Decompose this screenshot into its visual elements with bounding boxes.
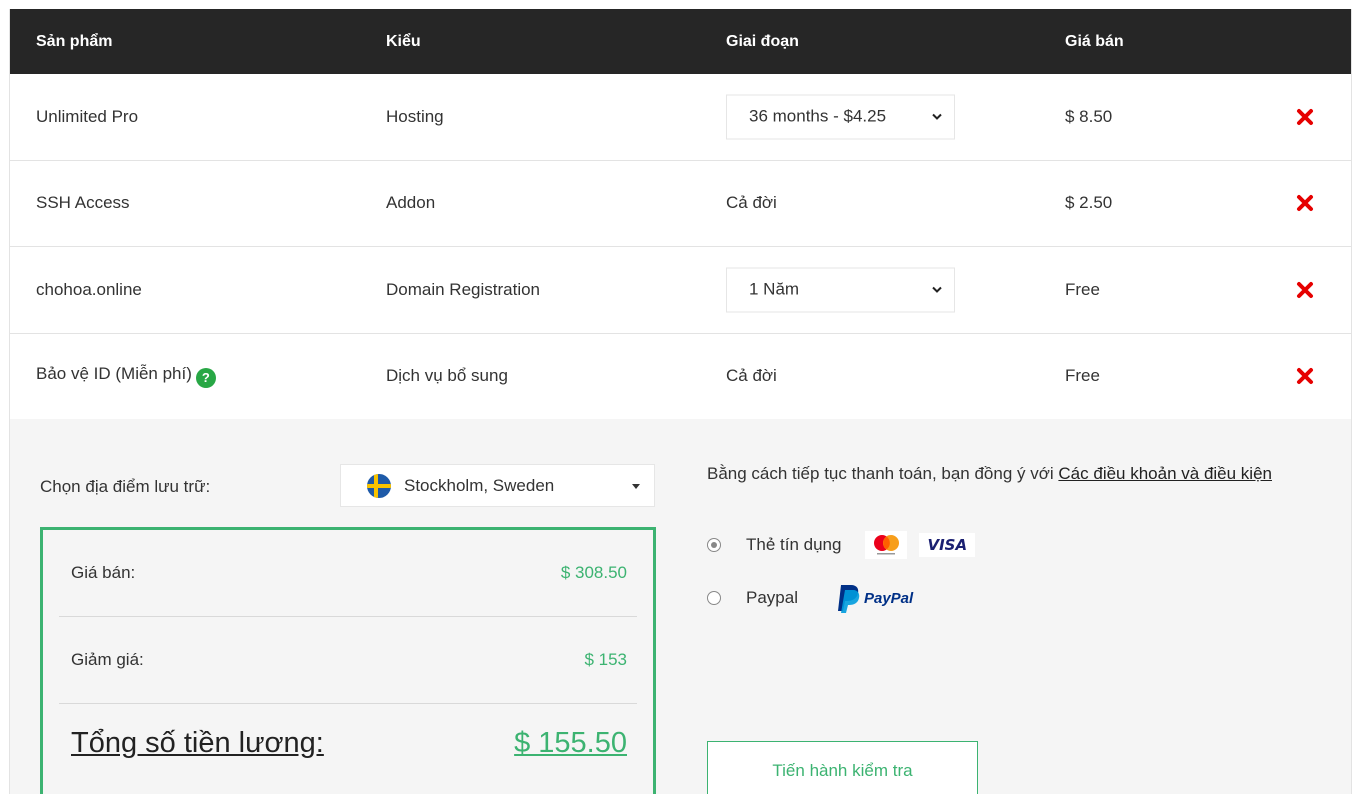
chevron-down-icon (932, 287, 942, 294)
sweden-flag-icon (367, 473, 391, 498)
product-type: Dịch vụ bổ sung (386, 366, 508, 386)
product-period: Cả đời (726, 193, 777, 213)
paypal-label: Paypal (746, 588, 798, 607)
location-label: Chọn địa điểm lưu trữ: (40, 477, 211, 496)
close-x-icon[interactable] (1296, 108, 1314, 126)
close-x-icon[interactable] (1296, 367, 1314, 385)
location-select[interactable]: Stockholm, Sweden (340, 464, 655, 507)
checkout-button[interactable]: Tiến hành kiểm tra (707, 741, 978, 794)
visa-icon: VISA (919, 533, 976, 557)
location-select-value: Stockholm, Sweden (404, 475, 555, 495)
discount-label: Giảm giá: (71, 650, 144, 669)
subtotal-label: Giá bán: (71, 563, 136, 582)
period-select-value: 36 months - $4.25 (749, 106, 887, 126)
total-value: $ 155.50 (514, 727, 627, 759)
discount-row: Giảm giá: $ 153 (59, 617, 637, 704)
paypal-icon: PayPal (836, 583, 913, 613)
table-row: SSH Access Addon Cả đời $ 2.50 (10, 160, 1351, 247)
paypal-radio[interactable] (707, 591, 721, 605)
cart-table: Sản phẩm Kiểu Giai đoạn Giá bán Unlimite… (9, 9, 1352, 420)
payment-option-paypal[interactable]: Paypal PayPal (707, 583, 913, 613)
card-radio[interactable] (707, 538, 721, 552)
product-name: Bảo vệ ID (Miễn phí) (36, 364, 192, 384)
product-type: Domain Registration (386, 279, 541, 299)
period-select[interactable]: 36 months - $4.25 (726, 94, 955, 140)
terms-link[interactable]: Các điều khoản và điều kiện (1058, 464, 1272, 483)
table-header: Sản phẩm Kiểu Giai đoạn Giá bán (10, 9, 1351, 74)
total-label: Tổng số tiền lương: (71, 727, 324, 759)
header-product: Sản phẩm (36, 32, 113, 50)
header-period: Giai đoạn (726, 32, 799, 50)
product-name-cell: Bảo vệ ID (Miễn phí)? (36, 364, 216, 389)
product-type: Addon (386, 193, 436, 213)
terms-text: Bằng cách tiếp tục thanh toán, bạn đồng … (707, 464, 1054, 483)
card-label: Thẻ tín dụng (746, 535, 842, 554)
checkout-panel: Chọn địa điểm lưu trữ: Stockholm, Sweden… (9, 419, 1352, 794)
period-select[interactable]: 1 Năm (726, 267, 955, 313)
chevron-down-icon (932, 114, 942, 121)
product-price: $ 2.50 (1065, 193, 1113, 213)
order-summary: Giá bán: $ 308.50 Giảm giá: $ 153 Tổng s… (40, 527, 656, 794)
product-name: SSH Access (36, 193, 130, 213)
table-row: Unlimited Pro Hosting 36 months - $4.25 … (10, 74, 1351, 161)
product-name: Unlimited Pro (36, 106, 139, 126)
period-select-value: 1 Năm (749, 279, 800, 299)
product-price: Free (1065, 366, 1100, 386)
table-row: Bảo vệ ID (Miễn phí)? Dịch vụ bổ sung Cả… (10, 333, 1351, 420)
discount-value: $ 153 (584, 650, 627, 669)
header-price: Giá bán (1065, 32, 1124, 50)
close-x-icon[interactable] (1296, 281, 1314, 299)
table-row: chohoa.online Domain Registration 1 Năm … (10, 247, 1351, 334)
mastercard-icon (865, 531, 908, 559)
product-price: Free (1065, 279, 1100, 299)
product-period: Cả đời (726, 366, 777, 386)
product-price: $ 8.50 (1065, 106, 1113, 126)
subtotal-row: Giá bán: $ 308.50 (59, 530, 637, 617)
paypal-logo-text: PayPal (863, 589, 914, 607)
close-x-icon[interactable] (1296, 194, 1314, 212)
terms-notice: Bằng cách tiếp tục thanh toán, bạn đồng … (707, 464, 1272, 484)
header-type: Kiểu (386, 32, 421, 50)
payment-option-card[interactable]: Thẻ tín dụng VISA (707, 531, 976, 559)
product-name: chohoa.online (36, 279, 142, 299)
question-circle-icon[interactable]: ? (195, 368, 216, 389)
subtotal-value: $ 308.50 (560, 563, 627, 582)
caret-down-icon (632, 484, 640, 489)
product-type: Hosting (386, 106, 444, 126)
